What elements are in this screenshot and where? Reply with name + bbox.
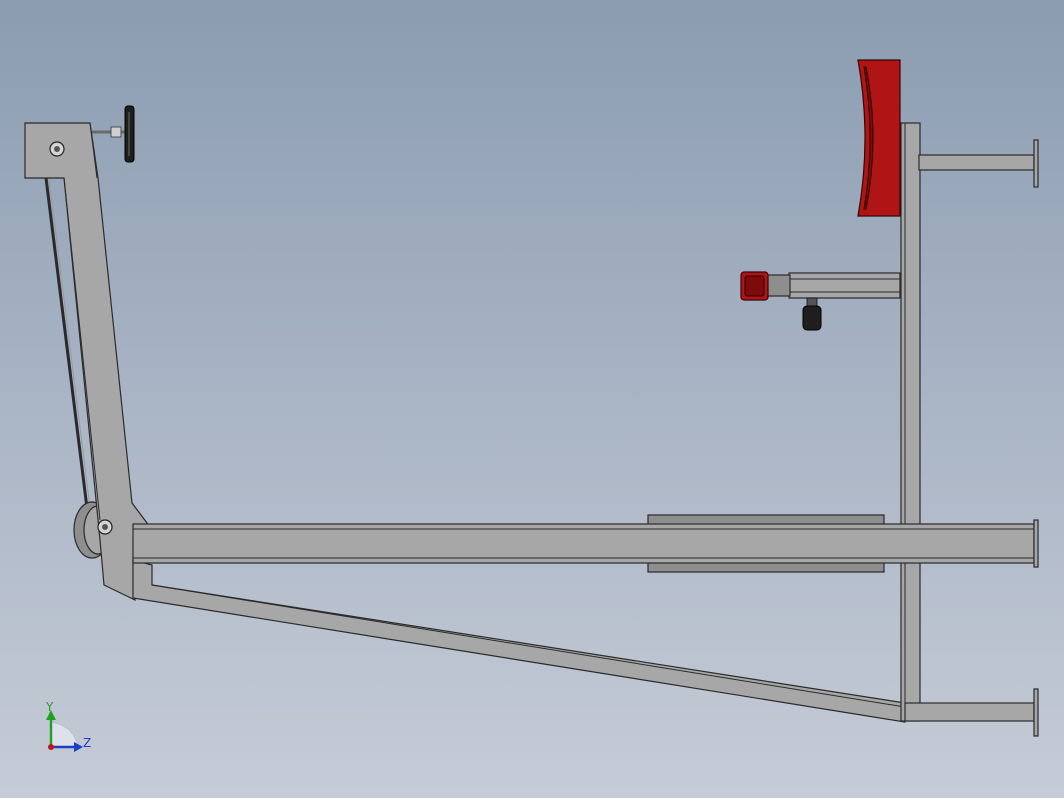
top-foot [918, 139, 1039, 188]
y-axis-label: Y [45, 700, 54, 714]
triad-origin [48, 744, 54, 750]
side-arm [766, 272, 901, 299]
z-axis-label: Z [83, 736, 91, 750]
back-pad [857, 59, 901, 217]
diagonal-brace-edge [151, 584, 906, 708]
main-beam [132, 519, 1039, 568]
knob [802, 297, 822, 331]
cad-viewport[interactable]: Y Z [0, 0, 1064, 798]
diagonal-brace [132, 559, 906, 723]
t-handle [92, 105, 135, 163]
vertical-post [900, 122, 921, 722]
assembly-drawing: Y Z [24, 59, 1039, 752]
coordinate-triad: Y Z [45, 700, 91, 752]
z-arrowhead [74, 742, 83, 752]
bottom-foot [904, 688, 1039, 737]
triad-plane [50, 721, 79, 748]
side-pad [740, 271, 769, 301]
